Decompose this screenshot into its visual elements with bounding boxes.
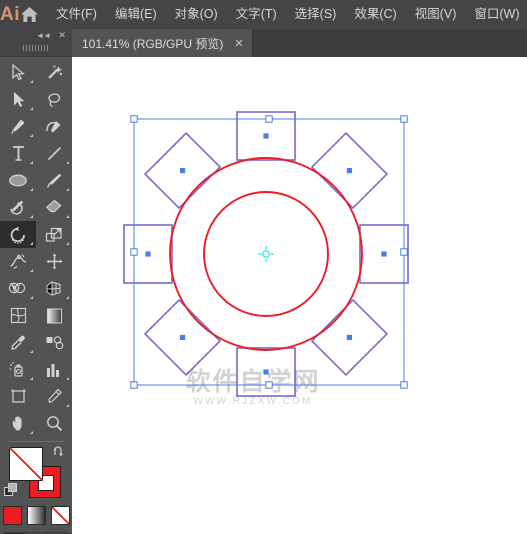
document-tab[interactable]: 101.41% (RGB/GPU 预览) ✕ [72,29,253,57]
artboard-tool[interactable] [0,383,36,410]
close-icon[interactable]: ✕ [58,30,66,41]
menu-edit[interactable]: 编辑(E) [106,0,166,29]
menu-view[interactable]: 视图(V) [406,0,466,29]
scale-tool[interactable] [36,221,72,248]
tool-grid [0,57,72,437]
symbol-sprayer-tool[interactable] [0,356,36,383]
lasso-tool[interactable] [36,86,72,113]
close-icon[interactable]: ✕ [234,37,243,50]
color-mode-none[interactable] [50,506,70,525]
home-icon[interactable] [20,0,39,29]
color-mode-buttons [0,506,72,525]
free-transform-tool[interactable] [36,248,72,275]
curvature-tool[interactable] [36,113,72,140]
perspective-grid-tool[interactable] [36,275,72,302]
magic-wand-tool[interactable] [36,59,72,86]
pen-tool[interactable] [0,113,36,140]
menu-file[interactable]: 文件(F) [47,0,106,29]
ellipse-tool[interactable] [0,167,36,194]
blend-tool[interactable] [36,329,72,356]
rotate-tool[interactable] [0,221,36,248]
menu-window[interactable]: 窗口(W) [465,0,527,29]
fill-swatch-none[interactable] [9,447,43,481]
line-segment-tool[interactable] [36,140,72,167]
fill-stroke-controls [0,445,72,503]
tool-panel [0,57,72,534]
eraser-tool[interactable] [36,194,72,221]
type-tool[interactable] [0,140,36,167]
gradient-tool[interactable] [36,302,72,329]
document-tab-bar: 101.41% (RGB/GPU 预览) ✕ [0,29,527,57]
menu-type[interactable]: 文字(T) [227,0,286,29]
column-graph-tool[interactable] [36,356,72,383]
paintbrush-tool[interactable] [36,167,72,194]
width-tool[interactable] [0,248,36,275]
none-slash-icon [9,447,43,481]
menu-select[interactable]: 选择(S) [286,0,346,29]
selection-tool[interactable] [0,59,36,86]
panel-drag-handle[interactable] [23,45,49,51]
app-logo: Ai [0,4,20,25]
menu-items: 文件(F) 编辑(E) 对象(O) 文字(T) 选择(S) 效果(C) 视图(V… [47,0,527,29]
document-tab-title: 101.41% (RGB/GPU 预览) [82,36,224,51]
direct-selection-tool[interactable] [0,86,36,113]
default-fill-stroke-icon[interactable] [4,483,18,502]
color-mode-solid[interactable] [2,506,22,525]
color-mode-gradient[interactable] [26,506,46,525]
hand-tool[interactable] [0,410,36,437]
illustrator-window: Ai 文件(F) 编辑(E) 对象(O) 文字(T) 选择(S) 效果(C) 视… [0,0,527,534]
shaper-tool[interactable] [0,194,36,221]
menu-effect[interactable]: 效果(C) [345,0,405,29]
mesh-tool[interactable] [0,302,36,329]
chevron-double-left-icon[interactable]: ◄◄ [36,31,51,40]
swap-fill-stroke-icon[interactable] [53,445,67,463]
artwork-svg [123,111,409,397]
zoom-tool[interactable] [36,410,72,437]
shape-builder-tool[interactable] [0,275,36,302]
slice-tool[interactable] [36,383,72,410]
tool-panel-header: ◄◄ ✕ [0,29,72,57]
canvas-area[interactable]: 软件自学网 WWW.RJZXW.COM [72,57,527,534]
menu-object[interactable]: 对象(O) [166,0,227,29]
menu-bar: Ai 文件(F) 编辑(E) 对象(O) 文字(T) 选择(S) 效果(C) 视… [0,0,527,29]
eyedropper-tool[interactable] [0,329,36,356]
toolbar-divider [7,441,65,442]
